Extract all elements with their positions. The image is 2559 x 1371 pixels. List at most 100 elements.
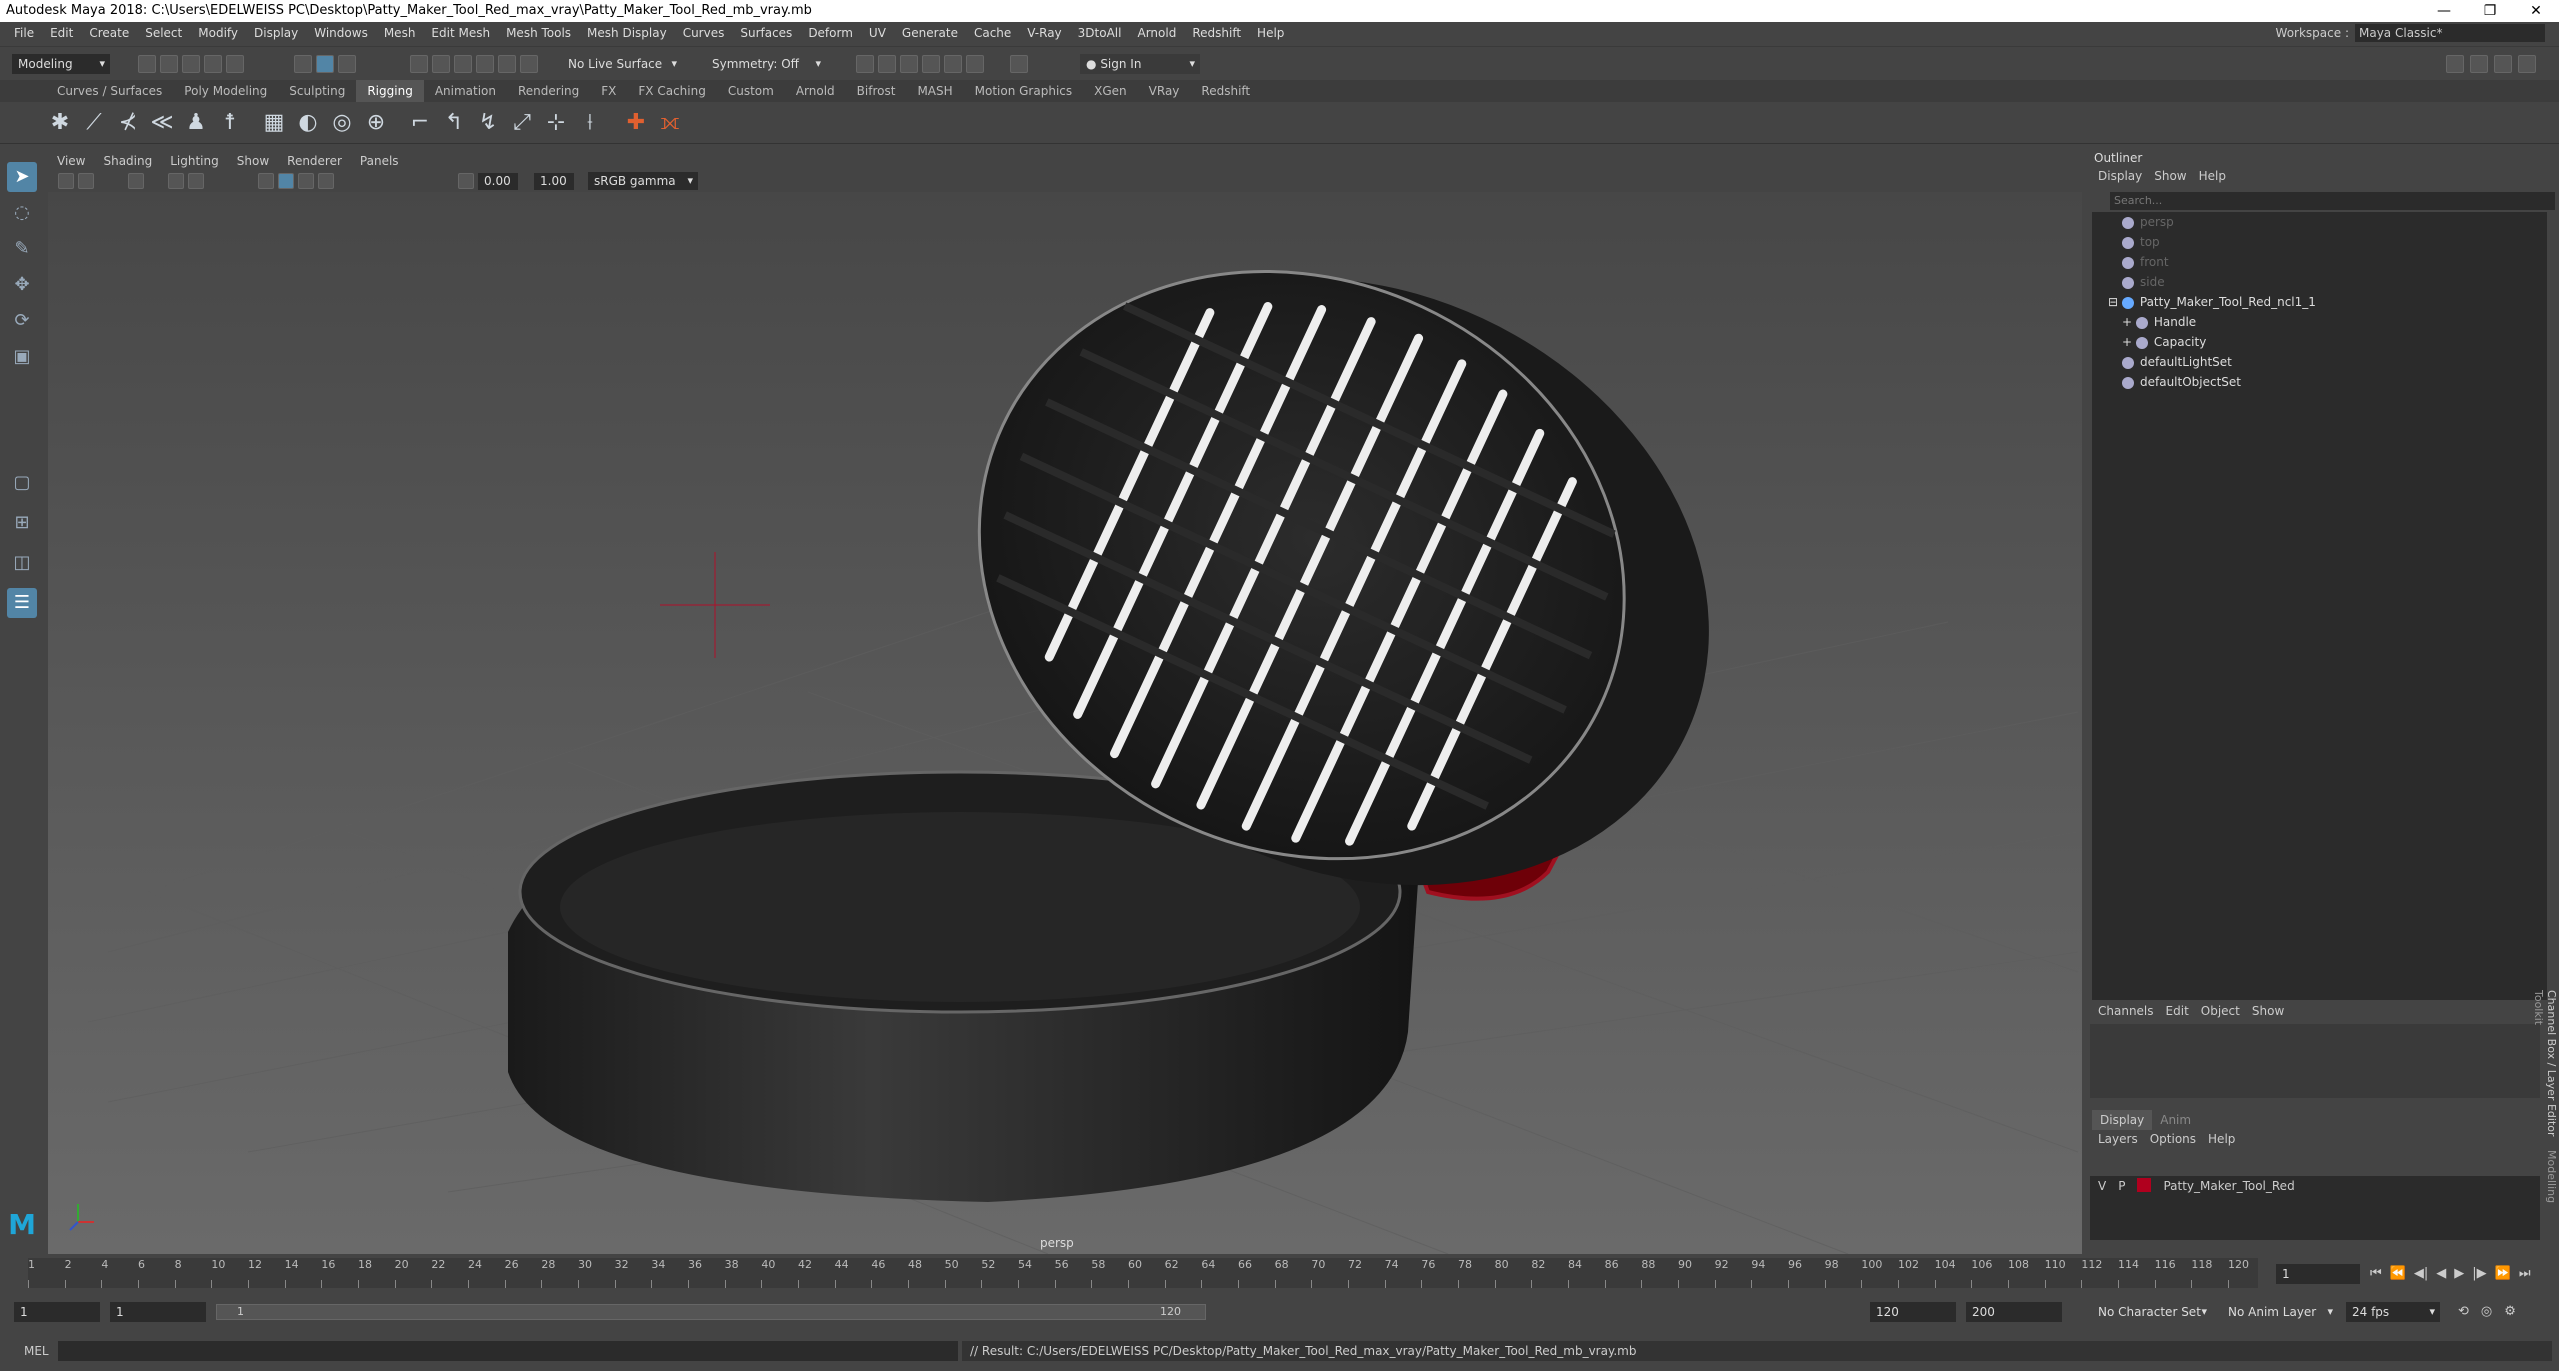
snap-plane-icon[interactable] (520, 55, 538, 73)
menu-file[interactable]: File (6, 22, 42, 44)
modeling-toolkit-icon[interactable] (2446, 55, 2464, 73)
menu-modify[interactable]: Modify (190, 22, 246, 44)
collapse-icon[interactable]: ⊟ (2108, 295, 2122, 309)
sign-in-dropdown[interactable]: ● Sign In (1080, 54, 1200, 74)
ik-spline-icon[interactable]: ⊀ (114, 109, 142, 137)
mode-dropdown[interactable]: Modeling (12, 54, 110, 74)
paint-weights-icon[interactable]: ◐ (294, 109, 322, 137)
symmetry-dropdown[interactable]: Symmetry: Off (706, 54, 826, 74)
paint-select-icon[interactable]: ✎ (7, 234, 37, 264)
snap-curve-icon[interactable] (432, 55, 450, 73)
select-component-icon[interactable] (338, 55, 356, 73)
layer-playback[interactable]: P (2118, 1178, 2125, 1194)
menu-mesh-display[interactable]: Mesh Display (579, 22, 675, 44)
lights-icon[interactable] (318, 173, 334, 189)
shelf-tab-poly-modeling[interactable]: Poly Modeling (173, 80, 278, 102)
color-space-dropdown[interactable]: sRGB gamma (588, 172, 698, 190)
tab-display[interactable]: Display (2092, 1110, 2153, 1130)
ipr-render-icon[interactable] (900, 55, 918, 73)
camera-select-icon[interactable] (58, 173, 74, 189)
viewport-menu-show[interactable]: Show (228, 150, 278, 172)
menu-display[interactable]: Display (246, 22, 306, 44)
pause-icon[interactable] (1010, 55, 1028, 73)
tab-anim[interactable]: Anim (2152, 1110, 2199, 1130)
range-bar[interactable]: 1 120 (216, 1304, 1206, 1320)
end-time-field[interactable]: 200 (1966, 1302, 2062, 1322)
menu-redshift[interactable]: Redshift (1184, 22, 1249, 44)
timeline-ticks[interactable]: 1 2 4 6 8 10 12 14 16 18 20 22 24 26 28 30 32 34 36 38 40 42 4… (28, 1258, 2258, 1288)
grid-toggle-icon[interactable] (168, 173, 184, 189)
four-pane-icon[interactable]: ⊞ (7, 508, 37, 538)
shelf-tab-rendering[interactable]: Rendering (507, 80, 590, 102)
lattice-icon[interactable]: ◎ (328, 109, 356, 137)
select-hierarchy-icon[interactable] (294, 55, 312, 73)
menu-help[interactable]: Help (1249, 22, 1292, 44)
rotate-tool-icon[interactable]: ⟳ (7, 306, 37, 336)
outliner-item-front[interactable]: front (2122, 252, 2169, 272)
joint-tool-icon[interactable]: ✱ (46, 109, 74, 137)
hypershade-icon[interactable] (944, 55, 962, 73)
fps-dropdown[interactable]: 24 fps (2346, 1302, 2440, 1322)
step-back-key-icon[interactable]: ⏪ (2390, 1266, 2406, 1281)
shelf-tab-redshift[interactable]: Redshift (1190, 80, 1261, 102)
single-pane-icon[interactable]: ▢ (7, 468, 37, 498)
play-forward-icon[interactable]: ▶ (2454, 1266, 2464, 1281)
outliner-item-capacity[interactable]: + Capacity (2122, 332, 2206, 352)
outliner-item-handle[interactable]: + Handle (2122, 312, 2196, 332)
step-back-icon[interactable]: ◀| (2414, 1266, 2428, 1281)
viewport-menu-panels[interactable]: Panels (351, 150, 408, 172)
shelf-tab-fx[interactable]: FX (590, 80, 627, 102)
textured-icon[interactable] (298, 173, 314, 189)
shelf-tab-rigging[interactable]: Rigging (356, 80, 424, 102)
select-object-icon[interactable] (316, 55, 334, 73)
character-set-dropdown[interactable]: No Character Set (2092, 1302, 2212, 1322)
preferences-icon[interactable]: ⚙ (2504, 1304, 2516, 1319)
object-menu[interactable]: Object (2195, 1000, 2246, 1022)
side-tab-channel-box[interactable]: Channel Box / Layer Editor (2545, 990, 2558, 1137)
menu-create[interactable]: Create (81, 22, 137, 44)
close-button[interactable]: ✕ (2513, 0, 2559, 22)
menu-surfaces[interactable]: Surfaces (732, 22, 800, 44)
time-slider[interactable]: 1 2 4 6 8 10 12 14 16 18 20 22 24 26 28 30 32 34 36 38 40 42 4… (0, 1254, 2559, 1298)
constraint-scale-icon[interactable]: ⤢ (508, 109, 536, 137)
undo-icon[interactable] (204, 55, 222, 73)
start-time-field[interactable]: 1 (14, 1302, 100, 1322)
outliner-item-objectset[interactable]: defaultObjectSet (2122, 372, 2241, 392)
shelf-tab-sculpting[interactable]: Sculpting (278, 80, 356, 102)
viewport-menu-shading[interactable]: Shading (94, 150, 161, 172)
go-end-icon[interactable]: ⏭ (2519, 1266, 2531, 1281)
help-menu[interactable]: Help (2202, 1130, 2241, 1148)
constraint-pole-icon[interactable]: ⟊ (576, 109, 604, 137)
menu-deform[interactable]: Deform (800, 22, 861, 44)
save-scene-icon[interactable] (182, 55, 200, 73)
command-input[interactable] (58, 1341, 958, 1361)
channel-box-icon[interactable] (2518, 55, 2536, 73)
exposure-icon[interactable] (458, 173, 474, 189)
menu-windows[interactable]: Windows (306, 22, 376, 44)
menu-select[interactable]: Select (137, 22, 190, 44)
viewport-3d[interactable] (48, 192, 2082, 1255)
layer-color-swatch[interactable] (2137, 1178, 2152, 1192)
menu-cache[interactable]: Cache (966, 22, 1019, 44)
outliner-item-persp[interactable]: persp (2122, 212, 2174, 232)
channels-menu[interactable]: Channels (2092, 1000, 2160, 1022)
current-frame-field[interactable]: 1 (2276, 1264, 2360, 1284)
lasso-tool-icon[interactable]: ◌ (7, 198, 37, 228)
anim-layer-dropdown[interactable]: No Anim Layer (2222, 1302, 2338, 1322)
bind-skin-icon[interactable]: ▦ (260, 109, 288, 137)
edit-menu[interactable]: Edit (2160, 1000, 2195, 1022)
go-start-icon[interactable]: ⏮ (2370, 1266, 2382, 1281)
shelf-tab-animation[interactable]: Animation (424, 80, 507, 102)
outliner-layout-icon[interactable]: ☰ (7, 588, 37, 618)
shelf-tab-mash[interactable]: MASH (906, 80, 963, 102)
outliner-item-lightset[interactable]: defaultLightSet (2122, 352, 2232, 372)
snap-point-icon[interactable] (454, 55, 472, 73)
shelf-tab-xgen[interactable]: XGen (1083, 80, 1138, 102)
constraint-parent-icon[interactable]: ⌐ (406, 109, 434, 137)
menu-mesh-tools[interactable]: Mesh Tools (498, 22, 579, 44)
options-menu[interactable]: Options (2144, 1130, 2202, 1148)
menu-v-ray[interactable]: V-Ray (1019, 22, 1069, 44)
playback-end-field[interactable]: 120 (1870, 1302, 1956, 1322)
menu-edit-mesh[interactable]: Edit Mesh (423, 22, 498, 44)
live-surface-dropdown[interactable]: No Live Surface (562, 54, 682, 74)
